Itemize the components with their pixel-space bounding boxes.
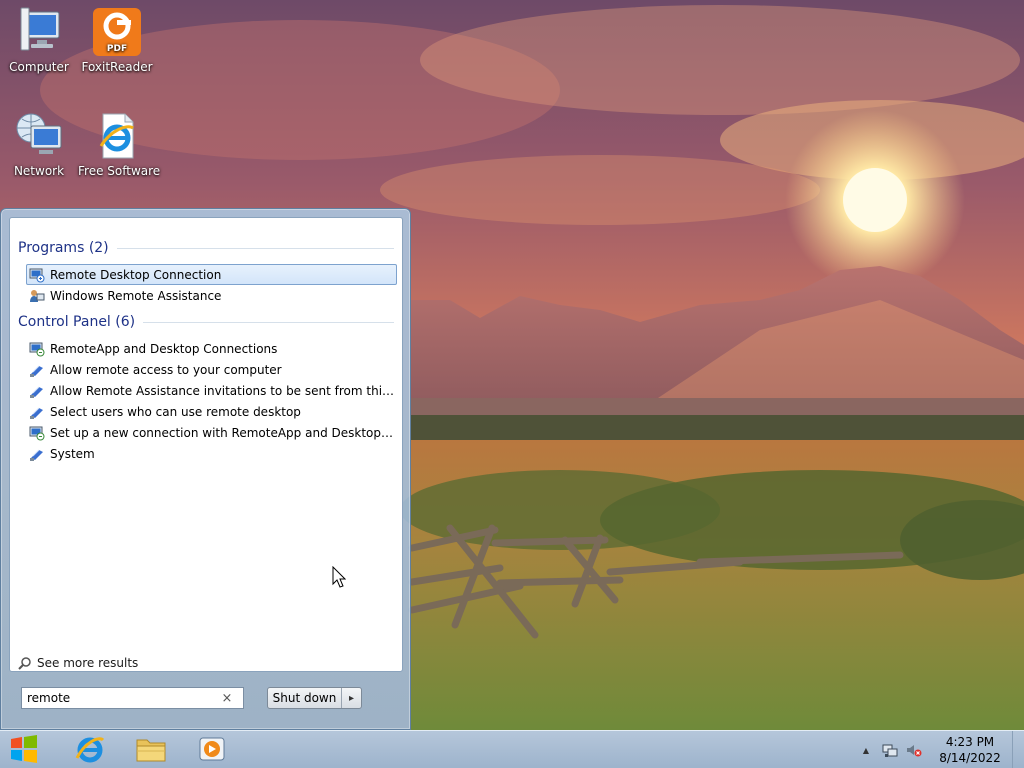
show-hidden-icons-button[interactable]: ▲ [858,742,874,758]
start-orb-icon [8,734,40,767]
desktop-icon-label: Free Software [78,164,161,178]
result-remoteapp-desktop-connections[interactable]: RemoteApp and Desktop Connections [26,338,397,359]
result-label: Windows Remote Assistance [50,288,222,303]
clock-date: 8/14/2022 [939,751,1001,765]
group-heading-programs[interactable]: Programs (2) [18,240,394,256]
shutdown-button[interactable]: Shut down [268,688,341,708]
network-tray-icon[interactable] [882,742,898,758]
desktop-icon-label: Network [13,164,65,178]
show-desktop-button[interactable] [1012,731,1024,768]
remoteapp-icon [29,341,45,357]
chevron-up-icon: ▲ [862,745,870,755]
result-label: Allow Remote Assistance invitations to b… [50,383,396,398]
result-label: Remote Desktop Connection [50,267,222,282]
clear-search-icon[interactable]: × [217,691,237,706]
group-heading-label: Programs (2) [18,240,109,256]
result-allow-remote-assistance-invitations[interactable]: Allow Remote Assistance invitations to b… [26,380,397,401]
group-heading-label: Control Panel (6) [18,314,136,330]
internet-explorer-icon [75,734,105,767]
shutdown-button-group: Shut down ▸ [267,687,362,709]
see-more-label: See more results [37,656,139,670]
see-more-results-link[interactable]: See more results [18,656,138,670]
remote-assistance-icon [29,288,45,304]
search-results-pane: Programs (2) Remote Desktop Connection W… [9,217,403,672]
group-divider [143,321,394,323]
desktop-icon-computer[interactable]: Computer [0,6,78,74]
result-label: RemoteApp and Desktop Connections [50,341,278,356]
result-windows-remote-assistance[interactable]: Windows Remote Assistance [26,285,397,306]
system-tray: ▲ 4:23 PM 8/14/2022 [854,731,1024,768]
result-set-up-remoteapp-connection[interactable]: Set up a new connection with RemoteApp a… [26,422,397,443]
computer-icon [15,6,63,58]
taskbar: ▲ 4:23 PM 8/14/2022 [0,730,1024,768]
taskbar-file-explorer[interactable] [131,734,171,766]
pdf-reader-icon: PDF [93,6,141,58]
control-panel-icon [29,404,45,420]
result-label: Allow remote access to your computer [50,362,282,377]
pdf-badge-text: PDF [107,44,127,54]
desktop-icon-foxitreader[interactable]: PDF FoxitReader [78,6,156,74]
control-panel-icon [29,383,45,399]
result-allow-remote-access[interactable]: Allow remote access to your computer [26,359,397,380]
chevron-right-icon: ▸ [348,692,355,704]
remote-desktop-icon [29,267,45,283]
control-panel-icon [29,446,45,462]
file-explorer-icon [136,736,166,765]
taskbar-media-player[interactable] [192,734,232,766]
result-system[interactable]: System [26,443,397,464]
search-icon [18,656,32,670]
control-panel-icon [29,362,45,378]
desktop-icon-label: FoxitReader [81,60,153,74]
group-heading-control-panel[interactable]: Control Panel (6) [18,314,394,330]
start-search-box[interactable]: × [21,687,244,709]
result-label: Set up a new connection with RemoteApp a… [50,425,396,440]
volume-muted-icon[interactable] [906,742,922,758]
result-label: Select users who can use remote desktop [50,404,301,419]
desktop-icon-network[interactable]: Network [0,110,78,178]
desktop-icon-label: Computer [9,60,69,74]
internet-explorer-icon [93,110,141,162]
mouse-cursor-icon [332,565,347,588]
media-player-icon [198,736,226,765]
taskbar-internet-explorer[interactable] [70,734,110,766]
start-button[interactable] [4,734,44,766]
result-select-users-remote-desktop[interactable]: Select users who can use remote desktop [26,401,397,422]
search-input[interactable] [22,689,217,707]
shutdown-options-button[interactable]: ▸ [341,688,361,708]
clock-time: 4:23 PM [945,735,995,749]
result-label: System [50,446,95,461]
remoteapp-icon [29,425,45,441]
desktop-icon-free-software[interactable]: Free Software [78,110,161,178]
taskbar-clock[interactable]: 4:23 PM 8/14/2022 [934,734,1006,766]
network-icon [15,110,63,162]
start-menu: Programs (2) Remote Desktop Connection W… [0,208,411,730]
result-remote-desktop-connection[interactable]: Remote Desktop Connection [26,264,397,285]
group-divider [116,247,394,249]
